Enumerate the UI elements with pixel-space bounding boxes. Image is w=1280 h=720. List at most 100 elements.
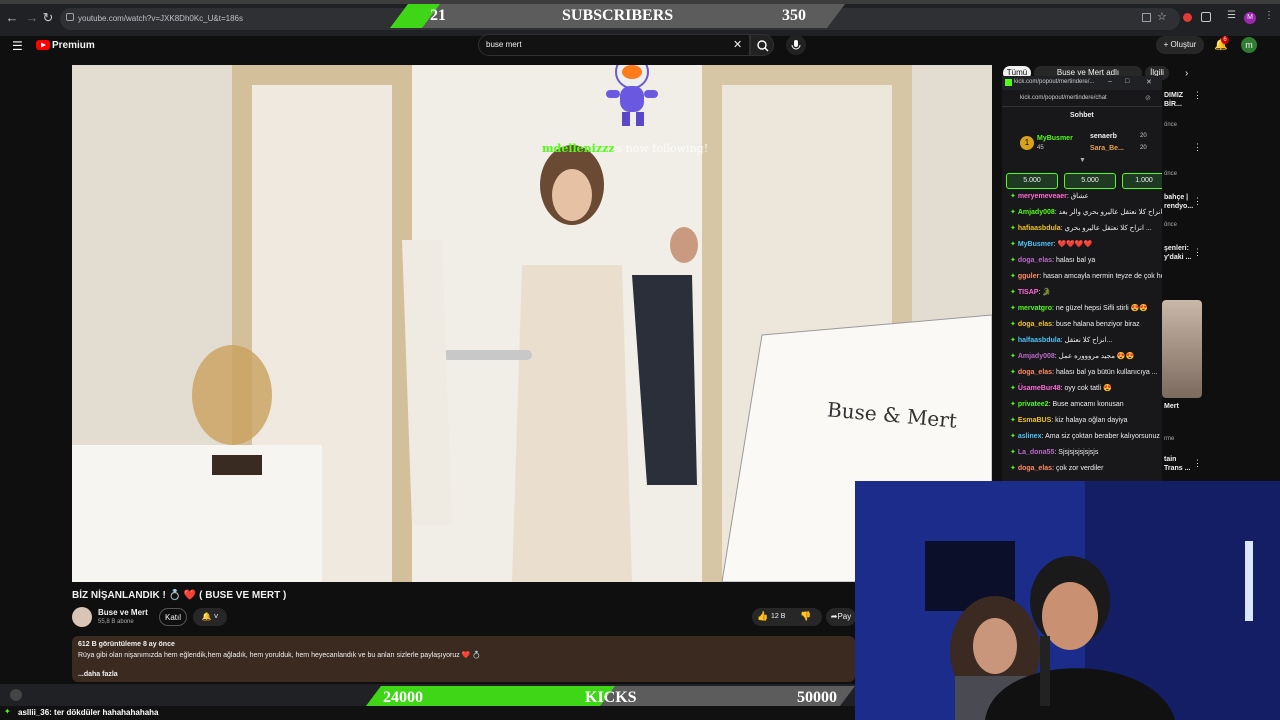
leader-amount-1: 45	[1037, 145, 1044, 151]
minimize-icon[interactable]: –	[1108, 78, 1112, 85]
chat-badge-icon: ✦	[1010, 433, 1018, 440]
rec-title-snip-5[interactable]: şenleri:	[1164, 245, 1189, 252]
chips-next-icon[interactable]: ›	[1185, 68, 1188, 79]
rec-meta-1: önce	[1164, 122, 1178, 128]
subscribed-bell-button[interactable]: 🔔 ˅	[193, 608, 227, 626]
hamburger-menu-icon[interactable]: ☰	[12, 39, 23, 53]
leader-name-2[interactable]: senaerb	[1090, 133, 1117, 140]
chat-text: : ❤️❤️❤️❤️	[1053, 241, 1093, 248]
chat-username[interactable]: MyBusmer	[1018, 241, 1054, 248]
kick-chat-popout: kick.com/popout/mertindere/... – □ ✕ kic…	[1002, 76, 1162, 481]
chat-username[interactable]: Amjady008	[1018, 209, 1055, 216]
chat-message: ✦ gguler: hasan amcayla nermin teyze de …	[1010, 272, 1162, 280]
profile-avatar[interactable]: M	[1244, 12, 1256, 24]
chat-username[interactable]: Amjady008	[1018, 353, 1055, 360]
chat-username[interactable]: TISAP	[1018, 289, 1039, 296]
extensions-puzzle-icon[interactable]	[1201, 12, 1211, 22]
chat-badge-icon: ✦	[1010, 337, 1018, 344]
chat-message: ✦ privatee2: Buse amcamı konusan	[1010, 400, 1124, 408]
leader-name-3[interactable]: Sara_Be...	[1090, 145, 1124, 152]
chat-message: ✦ doga_elas: halası bal ya bütün kullanı…	[1010, 368, 1158, 376]
reload-icon[interactable]: ↻	[40, 10, 56, 26]
video-title: BİZ NİŞANLANDIK ! 💍 ❤️ ( BUSE VE MERT )	[72, 590, 287, 601]
chat-message: ✦ MyBusmer: ❤️❤️❤️❤️	[1010, 240, 1092, 248]
rec-title-snip-2[interactable]: BİR...	[1164, 101, 1182, 108]
back-icon[interactable]: ←	[4, 10, 20, 26]
rec-title-snip-1[interactable]: DIMIZ	[1164, 92, 1183, 99]
chat-username[interactable]: ÜsameBur48	[1018, 385, 1061, 392]
youtube-premium-label[interactable]: Premium	[52, 40, 95, 51]
chat-badge-icon: ✦	[1010, 353, 1018, 360]
pinned-gift-2[interactable]: 5.000	[1064, 173, 1116, 189]
chat-username[interactable]: privatee2	[1018, 401, 1049, 408]
chat-username[interactable]: EsmaBUS	[1018, 417, 1051, 424]
chat-username[interactable]: meryemeveaer	[1018, 193, 1067, 200]
channel-name[interactable]: Buse ve Mert	[98, 608, 148, 617]
create-button[interactable]: + Oluştur	[1156, 36, 1204, 54]
rec-more-icon[interactable]: ⋮	[1193, 196, 1202, 207]
chat-username[interactable]: halfaasbdula	[1018, 337, 1061, 344]
rec-title-snip-6[interactable]: y'daki ...	[1164, 254, 1191, 261]
rec-title-snip-8[interactable]: tain	[1164, 456, 1176, 463]
chat-text: : Sjsjsjsjsjsjsjs	[1054, 449, 1099, 456]
extension-icon[interactable]	[1183, 13, 1192, 22]
chat-username[interactable]: doga_elas	[1018, 465, 1052, 472]
clear-search-icon[interactable]: ✕	[733, 38, 742, 51]
youtube-logo-icon[interactable]	[36, 40, 50, 50]
chat-message: ✦ aslinex: Ama siz çoktan beraber kalıyo…	[1010, 432, 1162, 440]
rec-thumbnail[interactable]	[1162, 300, 1202, 398]
rec-title-snip-9[interactable]: Trans ...	[1164, 465, 1190, 472]
chat-badge-icon: ✦	[4, 707, 11, 716]
rec-title-snip-7[interactable]: Mert	[1164, 403, 1179, 410]
leader-name-1[interactable]: MyBusmer	[1037, 135, 1073, 142]
chat-message: ✦ TISAP: 🐊	[1010, 288, 1051, 296]
account-avatar[interactable]: m	[1241, 37, 1257, 53]
chat-username[interactable]: doga_elas	[1018, 321, 1052, 328]
share-label: Pay	[837, 612, 852, 621]
chat-username[interactable]: La_dona55	[1018, 449, 1055, 456]
rec-title-snip-3[interactable]: bahçe |	[1164, 194, 1188, 201]
menu-dots-icon[interactable]: ⋮	[1264, 10, 1274, 21]
voice-search-button[interactable]	[786, 35, 806, 55]
chat-username[interactable]: aslinex	[1018, 433, 1042, 440]
close-window-icon[interactable]: ✕	[1146, 78, 1152, 86]
chat-username[interactable]: hafiaasbdula	[1018, 225, 1061, 232]
weather-icon[interactable]	[10, 689, 22, 701]
search-button[interactable]	[750, 34, 774, 56]
show-more-link[interactable]: ...daha fazla	[78, 671, 118, 678]
rec-title-snip-4[interactable]: rendyo...	[1164, 203, 1193, 210]
search-input[interactable]: buse mert	[486, 40, 522, 49]
chat-text: : halası bal ya bütün kullanıcıya ...	[1052, 369, 1158, 376]
chat-username[interactable]: doga_elas	[1018, 369, 1052, 376]
video-player[interactable]: mdellenizzz is now following! Buse & Mer…	[72, 65, 992, 582]
cast-icon[interactable]	[1142, 13, 1151, 22]
chat-username[interactable]: gguler	[1018, 273, 1039, 280]
like-icon[interactable]: 👍	[757, 611, 768, 622]
bookmark-star-icon[interactable]: ☆	[1157, 10, 1167, 23]
streamer-webcam	[855, 481, 1280, 720]
dislike-icon[interactable]: 👎	[800, 611, 811, 622]
description-text: Rüya gibi olan nişanımızda hem eğlendik,…	[78, 652, 482, 659]
rec-more-icon[interactable]: ⋮	[1193, 458, 1202, 469]
pinned-gift-1[interactable]: 5.000	[1006, 173, 1058, 189]
follow-alert-text: is now following!	[613, 142, 709, 155]
like-count: 12 B	[771, 613, 786, 620]
channel-avatar[interactable]	[72, 607, 92, 627]
create-plus-icon: +	[1163, 40, 1171, 49]
rec-more-icon[interactable]: ⋮	[1193, 142, 1202, 153]
sidebar-toggle-icon[interactable]: ☰	[1227, 10, 1236, 21]
share-button[interactable]: ➦Pay	[826, 608, 856, 626]
chat-message: ✦ Amjady008: مجيد مروووره عمل 😍😍	[1010, 352, 1134, 360]
site-info-icon[interactable]	[66, 13, 74, 21]
description-box[interactable]	[72, 636, 855, 682]
rec-more-icon[interactable]: ⋮	[1193, 247, 1202, 258]
maximize-icon[interactable]: □	[1125, 78, 1129, 85]
rec-more-icon[interactable]: ⋮	[1193, 90, 1202, 101]
chat-username[interactable]: doga_elas	[1018, 257, 1052, 264]
hide-icon[interactable]: ⊘	[1145, 94, 1151, 102]
pinned-gift-3[interactable]: 1.000	[1122, 173, 1162, 189]
chat-username[interactable]: mervatgro	[1018, 305, 1052, 312]
forward-icon[interactable]: →	[24, 10, 40, 26]
leaders-expand-icon[interactable]: ▼	[1079, 157, 1086, 164]
join-button[interactable]: Katıl	[159, 608, 187, 626]
